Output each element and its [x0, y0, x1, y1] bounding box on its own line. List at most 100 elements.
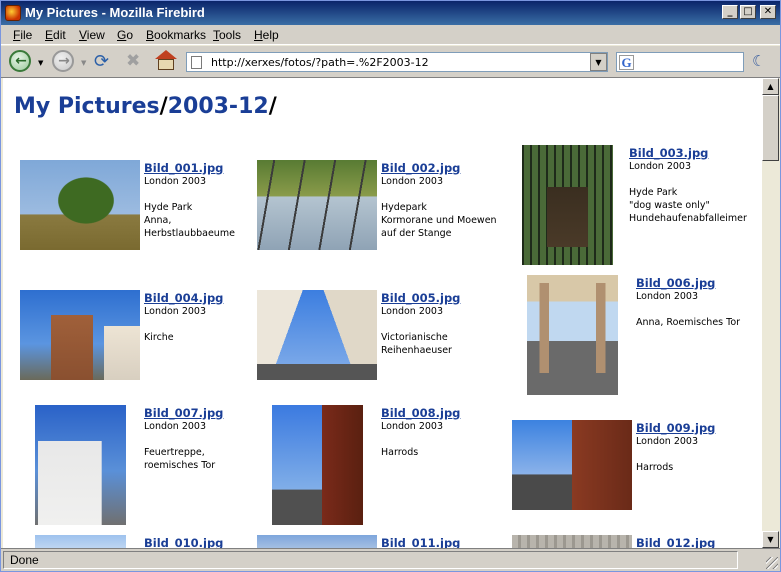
caption-line: Kirche [144, 332, 174, 343]
caption-line [381, 188, 497, 201]
photo-filename-link[interactable]: Bild_008.jpg [381, 406, 460, 420]
menu-go[interactable]: Go [117, 28, 133, 42]
breadcrumb-separator: / [159, 94, 168, 119]
menu-help[interactable]: Help [254, 28, 279, 42]
photo-thumbnail[interactable] [527, 275, 618, 395]
photo-filename-link[interactable]: Bild_009.jpg [636, 421, 715, 435]
caption-line: London 2003 [144, 421, 207, 432]
caption-line: London 2003 [636, 291, 699, 302]
google-search-icon[interactable]: G [619, 55, 634, 70]
url-text[interactable]: http://xerxes/fotos/?path=.%2F2003-12 [211, 56, 429, 69]
photo-thumbnail[interactable] [512, 535, 632, 548]
photo-filename-link[interactable]: Bild_011.jpg [381, 536, 460, 548]
vertical-scrollbar[interactable]: ▲ ▼ [762, 78, 779, 548]
caption-line: Anna, [144, 215, 172, 226]
caption-line: London 2003 [636, 436, 699, 447]
caption-line: London 2003 [144, 306, 207, 317]
photo-thumbnail[interactable] [272, 405, 363, 525]
caption-line: Harrods [381, 447, 419, 458]
photo-thumbnail[interactable] [20, 160, 140, 250]
photo-filename-link[interactable]: Bild_005.jpg [381, 291, 460, 305]
photo-caption: Bild_003.jpg London 2003 Hyde Park "dog … [629, 146, 747, 225]
photo-thumbnail[interactable] [35, 405, 126, 525]
photo-filename-link[interactable]: Bild_012.jpg [636, 536, 715, 548]
forward-button[interactable]: → [52, 50, 74, 72]
photo-filename-link[interactable]: Bild_001.jpg [144, 161, 235, 175]
caption-line: Hyde Park [144, 202, 193, 213]
photo-thumbnail[interactable] [257, 290, 377, 380]
photo-filename-link[interactable]: Bild_007.jpg [144, 406, 223, 420]
breadcrumb-folder-link[interactable]: 2003-12 [168, 94, 269, 119]
caption-line: "dog waste only" [629, 200, 710, 211]
back-button[interactable]: ← [9, 50, 31, 72]
status-text: Done [10, 553, 39, 567]
caption-line: auf der Stange [381, 228, 452, 239]
photo-caption: Bild_011.jpg [381, 536, 460, 548]
caption-line [144, 318, 223, 331]
reload-icon: ⟳ [94, 51, 110, 72]
caption-line [629, 173, 747, 186]
url-history-dropdown[interactable]: ▼ [590, 53, 607, 71]
caption-line: Feuertreppe, [144, 447, 205, 458]
forward-history-dropdown[interactable]: ▼ [81, 59, 89, 67]
caption-line [144, 433, 223, 446]
photo-thumbnail[interactable] [512, 420, 632, 510]
caption-line [381, 318, 460, 331]
stop-button[interactable]: ✖ [126, 51, 148, 71]
photo-thumbnail[interactable] [20, 290, 140, 380]
photo-thumbnail[interactable] [257, 160, 377, 250]
caption-line: London 2003 [381, 176, 444, 187]
firebird-app-icon[interactable] [5, 5, 21, 21]
breadcrumb-root-link[interactable]: My Pictures [14, 94, 160, 119]
menu-edit[interactable]: Edit [45, 28, 66, 42]
minimize-button[interactable]: _ [722, 5, 738, 19]
reload-button[interactable]: ⟳ [94, 51, 116, 72]
caption-line: London 2003 [629, 161, 692, 172]
scroll-down-button[interactable]: ▼ [762, 531, 779, 548]
back-history-dropdown[interactable]: ▼ [38, 59, 46, 67]
menu-tools[interactable]: Tools [213, 28, 241, 42]
caption-line: roemisches Tor [144, 460, 216, 471]
caption-line: Hydepark [381, 202, 427, 213]
address-bar[interactable]: http://xerxes/fotos/?path=.%2F2003-12 ▼ [186, 52, 608, 72]
resize-grip-icon[interactable] [766, 557, 778, 569]
home-icon-body [158, 59, 174, 70]
caption-line: Hundehaufenabfalleimer [629, 213, 747, 224]
home-icon [155, 50, 177, 59]
photo-filename-link[interactable]: Bild_002.jpg [381, 161, 497, 175]
maximize-button[interactable]: □ [740, 5, 756, 19]
throbber-icon[interactable]: ☾ [752, 52, 772, 72]
photo-caption: Bild_012.jpg [636, 536, 715, 548]
menu-bookmarks[interactable]: Bookmarks [146, 28, 206, 42]
caption-line [381, 433, 460, 446]
home-button[interactable] [154, 50, 178, 72]
photo-thumbnail[interactable] [522, 145, 613, 265]
caption-line: Harrods [636, 462, 674, 473]
menu-view[interactable]: View [79, 28, 105, 42]
caption-line: Reihenhaeuser [381, 345, 452, 356]
scroll-up-button[interactable]: ▲ [762, 78, 779, 95]
photo-thumbnail[interactable] [257, 535, 377, 548]
page-heading: My Pictures/2003-12/ [14, 94, 277, 119]
title-bar[interactable]: My Pictures - Mozilla Firebird _ □ ✕ [1, 1, 780, 25]
photo-filename-link[interactable]: Bild_006.jpg [636, 276, 740, 290]
caption-line: Kormorane und Moewen [381, 215, 497, 226]
search-input[interactable] [637, 54, 739, 70]
photo-caption: Bild_004.jpg London 2003 Kirche [144, 291, 223, 344]
caption-line [144, 188, 235, 201]
photo-thumbnail[interactable] [35, 535, 126, 548]
scroll-thumb[interactable] [762, 95, 779, 161]
photo-filename-link[interactable]: Bild_004.jpg [144, 291, 223, 305]
search-box[interactable]: G [616, 52, 744, 72]
status-panel [3, 551, 738, 569]
caption-line: Herbstlaubbaeume [144, 228, 235, 239]
caption-line [636, 448, 715, 461]
photo-filename-link[interactable]: Bild_003.jpg [629, 146, 747, 160]
menu-bar: File Edit View Go Bookmarks Tools Help [1, 25, 780, 45]
photo-filename-link[interactable]: Bild_010.jpg [144, 536, 223, 548]
caption-line: Anna, Roemisches Tor [636, 317, 741, 328]
menu-file[interactable]: File [13, 28, 32, 42]
forward-arrow-icon: → [58, 53, 70, 69]
caption-line: Hyde Park [629, 187, 678, 198]
close-button[interactable]: ✕ [760, 5, 776, 19]
